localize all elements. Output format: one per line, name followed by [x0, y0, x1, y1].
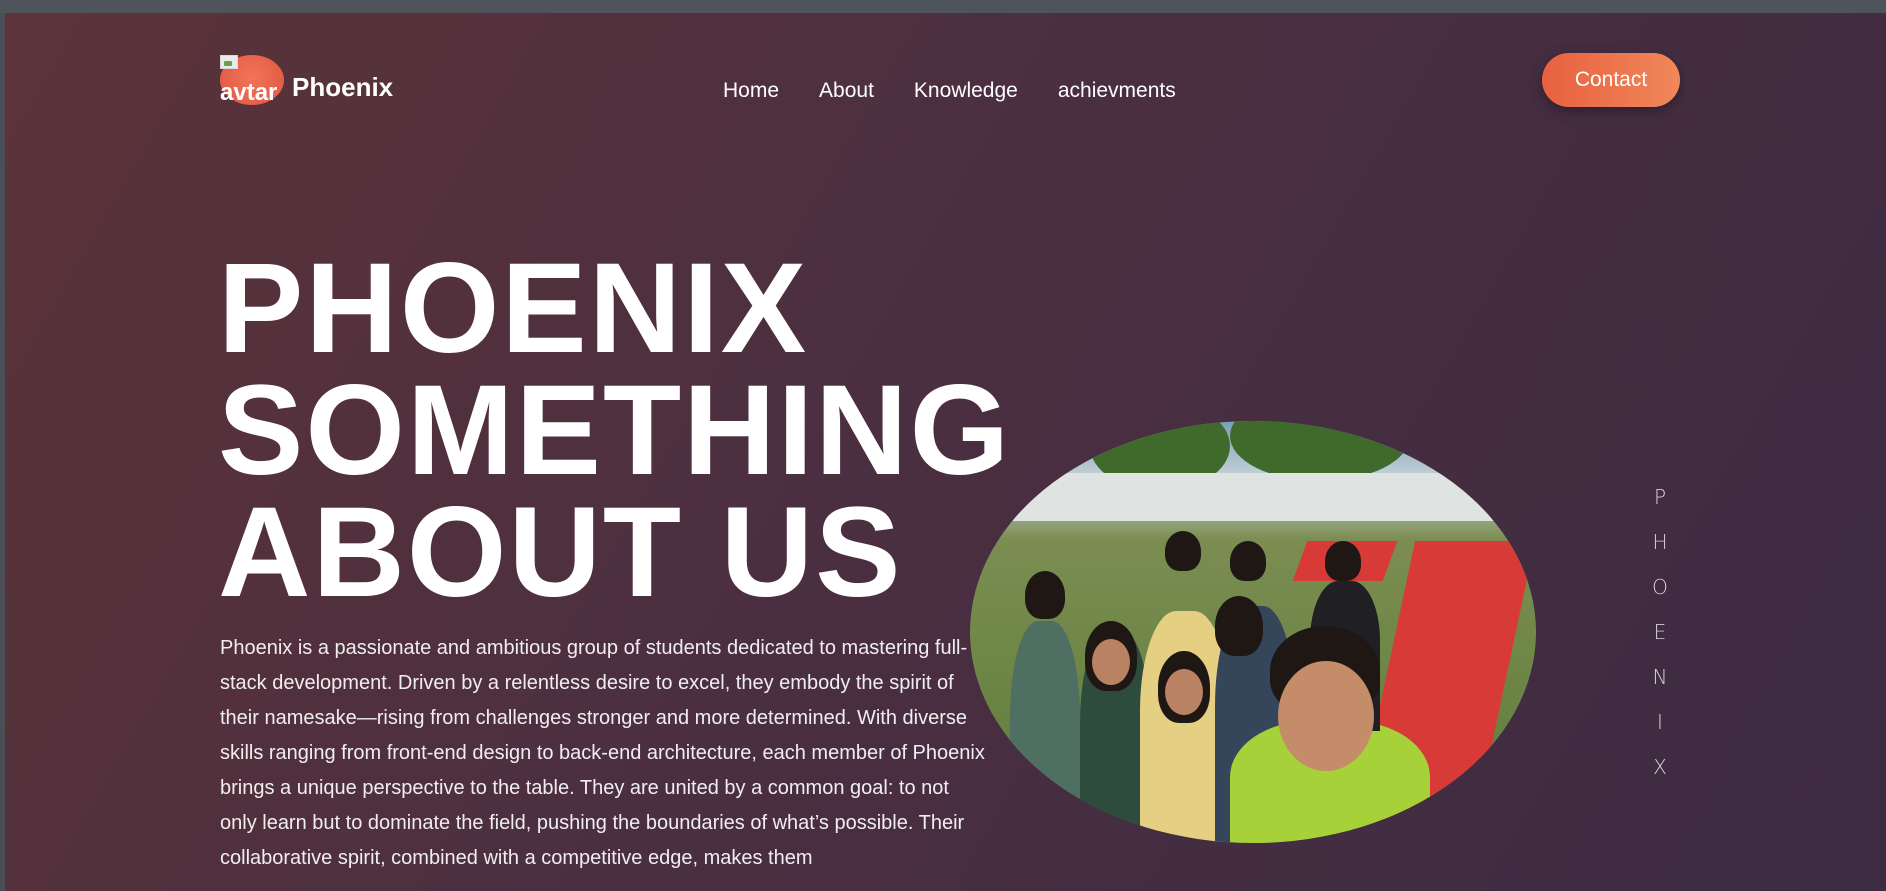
- main-nav: Home About Knowledge achievments: [723, 79, 1176, 103]
- nav-knowledge[interactable]: Knowledge: [914, 79, 1018, 103]
- hero-title: PHOENIX SOMETHING ABOUT US: [218, 237, 1012, 624]
- photo-head: [1325, 541, 1361, 581]
- nav-about[interactable]: About: [819, 79, 874, 103]
- vertical-letter: I: [1657, 710, 1663, 734]
- broken-image-icon: [220, 55, 238, 69]
- photo-head: [1230, 541, 1266, 581]
- photo-head: [1215, 596, 1263, 656]
- nav-achievements[interactable]: achievments: [1058, 79, 1176, 103]
- team-photo: [970, 421, 1536, 843]
- contact-button[interactable]: Contact: [1542, 53, 1680, 107]
- browser-top-strip: [0, 0, 1886, 13]
- photo-face: [1092, 639, 1130, 685]
- vertical-letter: X: [1653, 755, 1667, 779]
- brand-name: Phoenix: [292, 71, 394, 102]
- vertical-letter: H: [1652, 530, 1668, 554]
- hero-title-line-1: PHOENIX: [218, 237, 809, 380]
- photo-tree: [1230, 421, 1410, 481]
- vertical-letter: P: [1653, 485, 1667, 509]
- photo-face: [1278, 661, 1374, 771]
- hero-paragraph: Phoenix is a passionate and ambitious gr…: [220, 637, 985, 869]
- photo-wall: [970, 473, 1536, 521]
- photo-person: [1010, 621, 1080, 843]
- vertical-letter: N: [1652, 665, 1668, 689]
- vertical-letter: O: [1652, 575, 1668, 599]
- vertical-letter: E: [1653, 620, 1667, 644]
- hero-title-line-3: ABOUT US: [218, 481, 903, 624]
- logo[interactable]: avtar Phoenix: [220, 55, 394, 106]
- vertical-phoenix-text: P H O E N I X: [1650, 475, 1670, 790]
- logo-avatar: avtar: [220, 55, 284, 106]
- page: avtar Phoenix Home About Knowledge achie…: [5, 13, 1886, 891]
- nav-home[interactable]: Home: [723, 79, 779, 103]
- photo-head: [1165, 531, 1201, 571]
- hero-title-line-2: SOMETHING: [218, 359, 1012, 502]
- photo-head: [1025, 571, 1065, 619]
- photo-face: [1165, 669, 1203, 715]
- logo-alt-text: avtar: [220, 79, 278, 106]
